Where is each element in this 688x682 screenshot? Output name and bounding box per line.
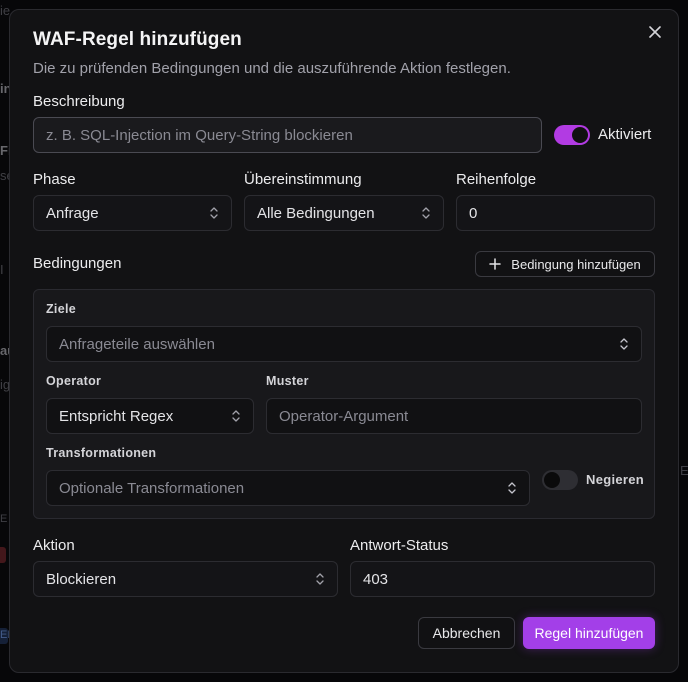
enabled-label: Aktiviert — [598, 126, 652, 143]
dialog-subtitle: Die zu prüfenden Bedingungen und die aus… — [33, 60, 511, 77]
targets-select[interactable]: Anfrageteile auswählen — [46, 326, 642, 362]
match-value: Alle Bedingungen — [257, 204, 375, 222]
cancel-label: Abbrechen — [432, 625, 501, 641]
transformations-select[interactable]: Optionale Transformationen — [46, 470, 530, 506]
pattern-label: Muster — [266, 374, 309, 388]
description-input[interactable]: z. B. SQL-Injection im Query-String bloc… — [33, 117, 542, 153]
chevron-up-down-icon — [508, 482, 516, 494]
phase-label: Phase — [33, 171, 76, 188]
chevron-up-down-icon — [316, 573, 324, 585]
targets-placeholder: Anfrageteile auswählen — [59, 335, 215, 353]
description-label: Beschreibung — [33, 93, 125, 110]
negate-toggle[interactable] — [542, 470, 578, 490]
pattern-placeholder: Operator-Argument — [279, 407, 409, 425]
transformations-placeholder: Optionale Transformationen — [59, 479, 245, 497]
negate-label: Negieren — [586, 472, 645, 487]
add-condition-label: Bedingung hinzufügen — [511, 256, 641, 272]
pattern-input[interactable]: Operator-Argument — [266, 398, 642, 434]
transformations-label: Transformationen — [46, 446, 157, 460]
phase-select[interactable]: Anfrage — [33, 195, 232, 231]
add-rule-button[interactable]: Regel hinzufügen — [523, 617, 655, 649]
plus-icon — [489, 258, 502, 270]
response-status-input[interactable]: 403 — [350, 561, 655, 597]
action-label: Aktion — [33, 537, 75, 554]
close-icon — [649, 26, 661, 38]
dialog-title: WAF-Regel hinzufügen — [33, 29, 242, 50]
chevron-up-down-icon — [232, 410, 240, 422]
match-label: Übereinstimmung — [244, 171, 362, 188]
cancel-button[interactable]: Abbrechen — [418, 617, 515, 649]
operator-value: Entspricht Regex — [59, 407, 174, 425]
order-label: Reihenfolge — [456, 171, 537, 188]
order-value: 0 — [469, 204, 478, 222]
order-input[interactable]: 0 — [456, 195, 655, 231]
match-select[interactable]: Alle Bedingungen — [244, 195, 444, 231]
action-value: Blockieren — [46, 570, 117, 588]
action-select[interactable]: Blockieren — [33, 561, 338, 597]
close-button[interactable] — [646, 23, 664, 41]
add-rule-label: Regel hinzufügen — [534, 625, 644, 641]
chevron-up-down-icon — [422, 207, 430, 219]
description-placeholder: z. B. SQL-Injection im Query-String bloc… — [46, 126, 353, 144]
response-status-label: Antwort-Status — [350, 537, 449, 554]
chevron-up-down-icon — [210, 207, 218, 219]
toggle-knob — [544, 472, 560, 488]
operator-select[interactable]: Entspricht Regex — [46, 398, 254, 434]
enabled-toggle[interactable] — [554, 125, 590, 145]
phase-value: Anfrage — [46, 204, 99, 222]
add-condition-button[interactable]: Bedingung hinzufügen — [475, 251, 655, 277]
toggle-knob — [572, 127, 588, 143]
conditions-label: Bedingungen — [33, 255, 122, 272]
chevron-up-down-icon — [620, 338, 628, 350]
operator-label: Operator — [46, 374, 102, 388]
targets-label: Ziele — [46, 302, 76, 316]
response-status-value: 403 — [363, 570, 389, 588]
